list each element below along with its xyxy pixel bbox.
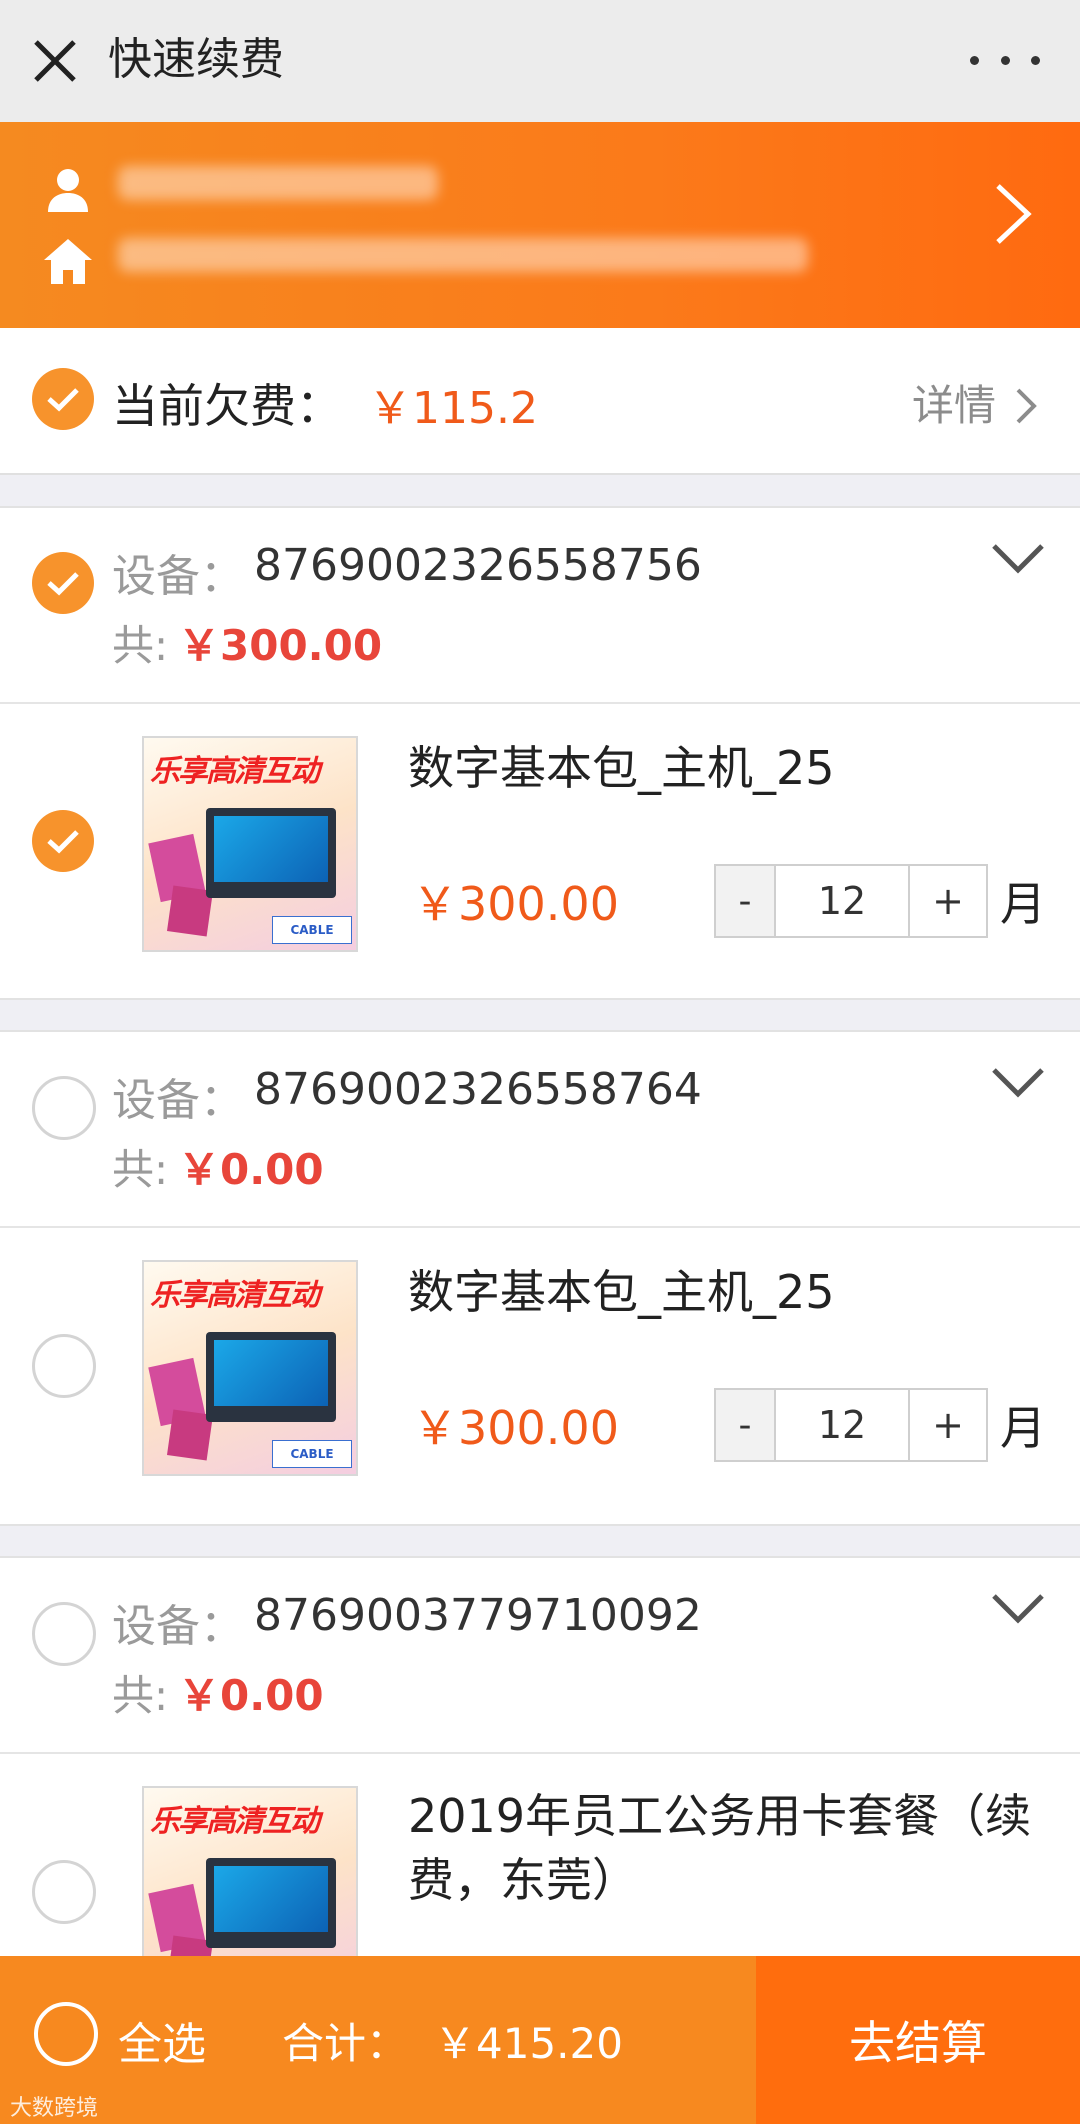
device-total: ￥300.00 bbox=[178, 621, 383, 670]
page-title: 快速续费 bbox=[108, 34, 284, 85]
more-icon[interactable] bbox=[970, 40, 1040, 80]
increment-button[interactable]: + bbox=[910, 866, 986, 936]
person-icon bbox=[48, 169, 88, 212]
bottom-bar: 全选 合计： ￥415.20 大数跨境 去结算 bbox=[0, 1956, 1080, 2124]
device-checkbox[interactable] bbox=[32, 552, 94, 614]
device-label: 设备： bbox=[112, 1601, 244, 1652]
user-info-bar[interactable] bbox=[0, 122, 1080, 328]
thumbnail-text: 乐享高清互动 bbox=[150, 1804, 320, 1839]
select-all-label[interactable]: 全选 bbox=[118, 2008, 206, 2072]
device-total-label: 共: bbox=[112, 621, 169, 670]
device-number: 8769002326558764 bbox=[254, 1064, 702, 1115]
select-all-checkbox[interactable] bbox=[34, 2002, 98, 2066]
check-icon bbox=[47, 388, 79, 412]
device-total: ￥0.00 bbox=[178, 1671, 324, 1720]
divider bbox=[0, 1752, 1080, 1754]
checkout-button[interactable]: 去结算 bbox=[756, 1956, 1080, 2124]
check-icon bbox=[47, 830, 79, 854]
summary-area: 全选 合计： ￥415.20 大数跨境 bbox=[0, 1956, 756, 2124]
quantity-stepper: - 12 + bbox=[714, 864, 988, 938]
chevron-down-icon[interactable] bbox=[990, 1066, 1046, 1100]
chevron-right-icon[interactable] bbox=[990, 182, 1034, 246]
user-address-redacted bbox=[118, 238, 808, 272]
product-price: ￥300.00 bbox=[412, 877, 619, 931]
decrement-button[interactable]: - bbox=[716, 1390, 776, 1460]
product-price: ￥300.00 bbox=[412, 1401, 619, 1455]
device-checkbox[interactable] bbox=[32, 1076, 96, 1140]
sum-value: ￥415.20 bbox=[434, 2019, 623, 2068]
thumbnail-text: 乐享高清互动 bbox=[150, 754, 320, 789]
arrears-checkbox[interactable] bbox=[32, 368, 94, 430]
device-label: 设备： bbox=[112, 1075, 244, 1126]
product-name: 2019年员工公务用卡套餐（续费，东莞） bbox=[408, 1789, 1032, 1907]
watermark: 大数跨境 bbox=[10, 2096, 99, 2121]
check-icon bbox=[47, 572, 79, 596]
product-checkbox[interactable] bbox=[32, 810, 94, 872]
sum-label: 合计： bbox=[282, 2019, 409, 2068]
unit-label: 月 bbox=[1000, 877, 1046, 931]
product-thumbnail[interactable]: 乐享高清互动 CABLE bbox=[142, 736, 358, 952]
chevron-down-icon[interactable] bbox=[990, 1592, 1046, 1626]
arrears-amount: ￥115.2 bbox=[368, 383, 538, 434]
device-total: ￥0.00 bbox=[178, 1145, 324, 1194]
thumbnail-text: 乐享高清互动 bbox=[150, 1278, 320, 1313]
device-total-label: 共: bbox=[112, 1145, 169, 1194]
home-icon bbox=[44, 239, 92, 284]
quantity-value[interactable]: 12 bbox=[776, 866, 910, 936]
device-label: 设备： bbox=[112, 551, 244, 602]
chevron-down-icon[interactable] bbox=[990, 542, 1046, 576]
decrement-button[interactable]: - bbox=[716, 866, 776, 936]
product-name: 数字基本包_主机_25 bbox=[408, 1265, 835, 1319]
close-icon[interactable] bbox=[28, 34, 82, 88]
device-number: 8769003779710092 bbox=[254, 1590, 702, 1641]
divider bbox=[0, 702, 1080, 704]
device-number: 8769002326558756 bbox=[254, 540, 702, 591]
divider bbox=[0, 1226, 1080, 1228]
product-name: 数字基本包_主机_25 bbox=[408, 741, 835, 795]
chevron-right-small-icon bbox=[1016, 388, 1037, 424]
arrears-label: 当前欠费： bbox=[112, 379, 342, 433]
detail-label: 详情 bbox=[912, 381, 997, 430]
device-card: 设备： 8769002326558756 共: ￥300.00 乐享高清互动 C… bbox=[0, 506, 1080, 1000]
increment-button[interactable]: + bbox=[910, 1390, 986, 1460]
top-bar: 快速续费 bbox=[0, 0, 1080, 122]
user-name-redacted bbox=[118, 166, 438, 200]
device-checkbox[interactable] bbox=[32, 1602, 96, 1666]
product-checkbox[interactable] bbox=[32, 1334, 96, 1398]
device-card: 设备： 8769003779710092 共: ￥0.00 乐享高清互动 201… bbox=[0, 1556, 1080, 2002]
arrears-row[interactable]: 当前欠费： ￥115.2 详情 bbox=[0, 328, 1080, 475]
product-thumbnail[interactable]: 乐享高清互动 CABLE bbox=[142, 1260, 358, 1476]
product-checkbox[interactable] bbox=[32, 1860, 96, 1924]
device-card: 设备： 8769002326558764 共: ￥0.00 乐享高清互动 CAB… bbox=[0, 1030, 1080, 1526]
quantity-value[interactable]: 12 bbox=[776, 1390, 910, 1460]
detail-link[interactable]: 详情 bbox=[912, 372, 996, 433]
device-total-label: 共: bbox=[112, 1671, 169, 1720]
unit-label: 月 bbox=[1000, 1401, 1046, 1455]
quantity-stepper: - 12 + bbox=[714, 1388, 988, 1462]
